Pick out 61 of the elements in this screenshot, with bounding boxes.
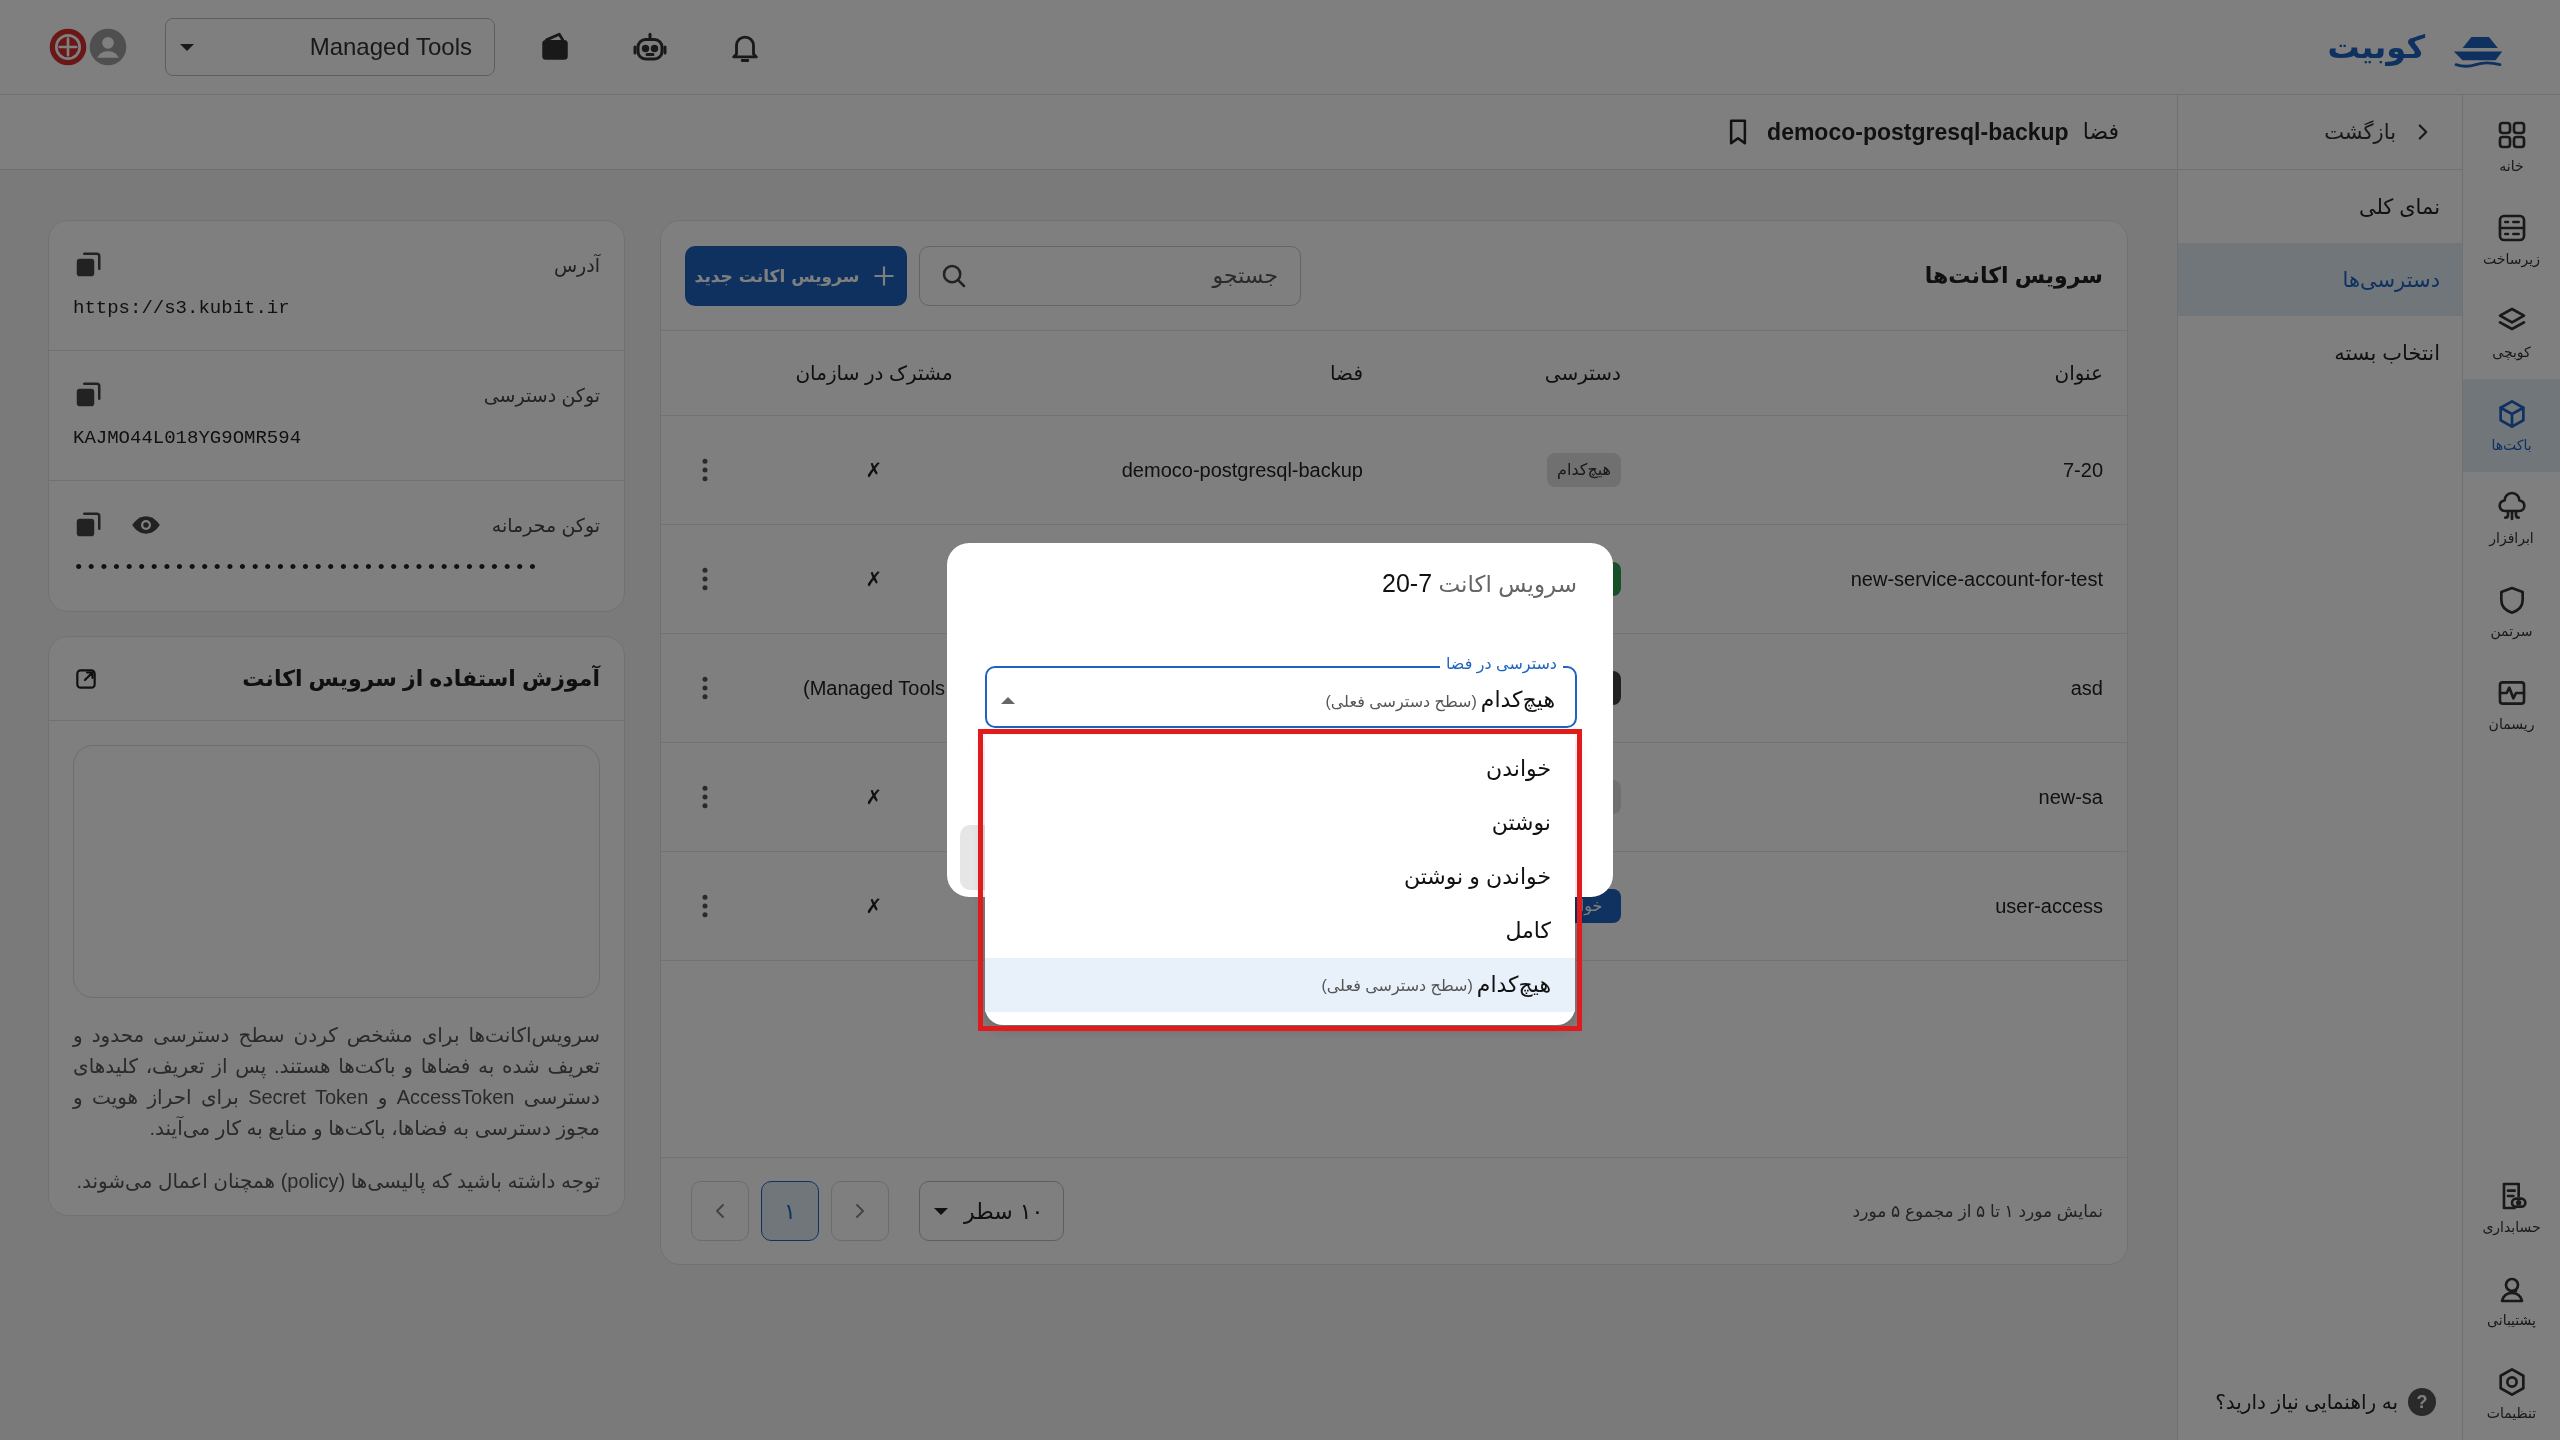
paragraph: توجه داشته باشید که پالیسی‌ها (policy) همچنان اعمال می‌شوند. <box>75 1169 600 1196</box>
table-cell-text: ✗ <box>864 894 884 918</box>
column-header: دسترسی <box>1543 361 1621 385</box>
menu-option[interactable]: خواندن <box>985 742 1575 796</box>
masked-token: ••••••••••••••••••••••••••••••••••••• <box>73 557 541 579</box>
search-field[interactable]: جستجو <box>919 245 1301 306</box>
back-link[interactable]: بازگشت <box>2178 95 2462 170</box>
table-cell-text: asd <box>2069 676 2103 700</box>
rail-item[interactable]: پشتیبانی <box>2463 1254 2560 1347</box>
menu-option[interactable]: هیچ‌کدام (سطح دسترسی فعلی) <box>985 958 1575 1012</box>
rail-item[interactable]: باکت‌ها <box>2463 379 2560 472</box>
table-cell-text: new-service-account-for-test <box>1849 567 2103 591</box>
menu-option[interactable]: نوشتن <box>985 796 1575 850</box>
breadcrumb-label: فضا <box>2082 119 2119 145</box>
field-label: توکن محرمانه <box>491 513 600 537</box>
organization-select[interactable]: Managed Tools <box>165 18 495 76</box>
org-logo-icon[interactable] <box>48 27 88 67</box>
page-button[interactable]: ۱ <box>761 1181 819 1241</box>
subnav-item[interactable]: نمای کلی <box>2178 170 2462 243</box>
table-cell-text: new-sa <box>2037 785 2103 809</box>
rail-item[interactable]: ریسمان <box>2463 658 2560 751</box>
new-account-button[interactable]: سرویس اکانت جدید <box>685 245 907 306</box>
caret-icon <box>1001 696 1015 704</box>
space-name: democo-postgresql-backup <box>1767 118 2069 146</box>
caret-icon <box>180 43 194 51</box>
logo-text[interactable]: کوبیت <box>2327 28 2425 66</box>
subnav-item[interactable]: دسترسی‌ها <box>2178 243 2462 316</box>
table-cell-text: ✗ <box>864 458 884 482</box>
rail-item[interactable]: ابرافزار <box>2463 472 2560 565</box>
table-cell-text: ✗ <box>864 785 884 809</box>
rail-item[interactable]: سرتمن <box>2463 565 2560 658</box>
help-badge[interactable]: ? <box>2408 1388 2436 1416</box>
rail-item[interactable]: کوبچی <box>2463 286 2560 379</box>
rail-item[interactable]: حسابداری <box>2463 1161 2560 1254</box>
table-title: سرویس اکانت‌ها <box>1924 262 2103 289</box>
table-cell-text: ✗ <box>864 567 884 591</box>
column-header: عنوان <box>2053 361 2103 385</box>
rail-item[interactable]: زیرساخت <box>2463 193 2560 286</box>
field-label: آدرس <box>553 253 600 277</box>
column-header: فضا <box>1329 361 1363 385</box>
table-cell-text: (Managed Tools <box>802 676 946 700</box>
field-label: توکن دسترسی <box>483 383 600 407</box>
table-cell-text: 7-20 <box>2061 458 2103 482</box>
credential-value: KAJMO44L018YG9OMR594 <box>73 427 303 449</box>
table-cell-text: user-access <box>1994 894 2103 918</box>
rail-item[interactable]: تنظیمات <box>2463 1347 2560 1440</box>
rail-item[interactable]: خانه <box>2463 100 2560 193</box>
subnav-item[interactable]: انتخاب بسته <box>2178 316 2462 389</box>
cloud-icon <box>2495 491 2528 523</box>
paragraph: سرویس‌اکانت‌ها برای مشخص کردن سطح دسترسی محدود و تعریف شده به فضاها و باکت‌ها هستند. پس از تعریف، کلیدهای دسترسی AccessToken و Secret Token برای احراز هویت و مجوز دسترسی به فضاها، باکت‌ها و منابع به کار می‌آیند. <box>73 1023 600 1142</box>
pagination-summary: نمایش مورد ۱ تا ۵ از مجموع ۵ مورد <box>1852 1200 2103 1222</box>
credential-value: https://s3.kubit.ir <box>73 297 291 319</box>
card-title: آموزش استفاده از سرویس اکانت <box>242 665 600 692</box>
column-header: مشترک در سازمان <box>794 361 954 385</box>
select-value: هیچ‌کدام (سطح دسترسی فعلی) <box>1325 687 1555 713</box>
page-size-select[interactable]: ۱۰ سطر <box>919 1181 1065 1241</box>
access-badge: هیچ‌کدام <box>1547 453 1621 487</box>
help-link[interactable]: به راهنمایی نیاز دارید؟ <box>2215 1390 2398 1414</box>
caret-icon <box>934 1207 948 1215</box>
table-cell-text: democo-postgresql-backup <box>1120 458 1363 482</box>
field-label: دسترسی در فضا <box>1439 654 1563 674</box>
